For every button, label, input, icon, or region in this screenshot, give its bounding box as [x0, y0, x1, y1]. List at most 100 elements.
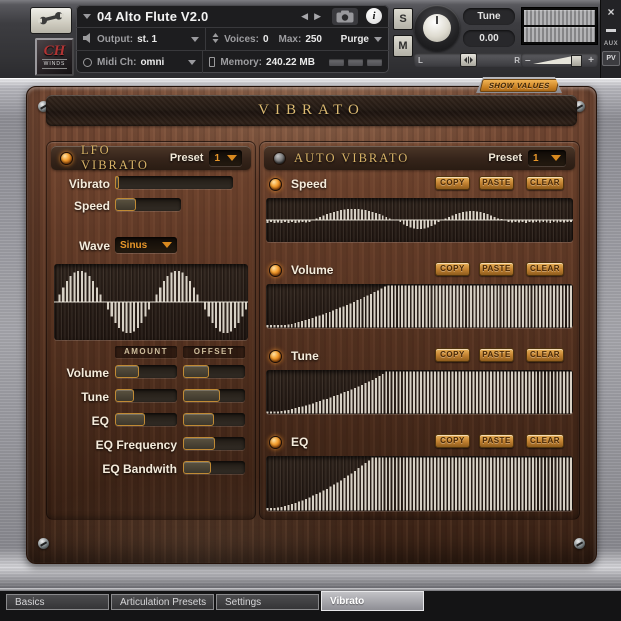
- max-label: Max:: [279, 34, 302, 45]
- camera-icon: [336, 10, 354, 23]
- speaker-icon: [83, 30, 92, 48]
- eq-led[interactable]: [269, 436, 282, 449]
- next-instrument-button[interactable]: ▶: [311, 11, 324, 22]
- mute-button[interactable]: M: [393, 35, 413, 57]
- lfo-preset-dropdown[interactable]: 1: [209, 150, 242, 166]
- eq-copy-button[interactable]: COPY: [435, 434, 470, 448]
- lfo-tune-label: Tune: [47, 390, 109, 404]
- tune-label: Tune: [463, 8, 515, 25]
- volume-copy-button[interactable]: COPY: [435, 262, 470, 276]
- midi-value[interactable]: omni: [140, 57, 164, 68]
- meter-left: [524, 10, 595, 25]
- tune-clear-button[interactable]: CLEAR: [526, 348, 564, 362]
- tab-settings[interactable]: Settings: [216, 594, 319, 610]
- lfo-speed-label: Speed: [53, 199, 110, 213]
- speed-paste-button[interactable]: PASTE: [479, 176, 514, 190]
- lfo-led[interactable]: [60, 152, 73, 165]
- tune-amount-slider[interactable]: [115, 389, 177, 402]
- lfo-speed-slider[interactable]: [115, 198, 181, 211]
- tune-copy-button[interactable]: COPY: [435, 348, 470, 362]
- show-values-button[interactable]: SHOW VALUES: [479, 79, 559, 92]
- speed-led[interactable]: [269, 178, 282, 191]
- wave-value: Sinus: [120, 240, 147, 251]
- auto-vibrato-panel: AUTO VIBRATO Preset 1 Speed COPY PASTE C…: [259, 141, 580, 520]
- volume-led[interactable]: [269, 264, 282, 277]
- eq-offset-slider[interactable]: [183, 413, 245, 426]
- voices-value: 0: [263, 34, 269, 45]
- volume-fader[interactable]: – +: [521, 53, 598, 67]
- volume-offset-slider[interactable]: [183, 365, 245, 378]
- output-value[interactable]: st. 1: [137, 34, 157, 45]
- volume-section-label: Volume: [291, 263, 333, 277]
- snapshot-camera-button[interactable]: [332, 8, 358, 25]
- wave-dropdown[interactable]: Sinus: [115, 237, 177, 253]
- speed-section-label: Speed: [291, 177, 327, 191]
- pv-button[interactable]: PV: [602, 51, 620, 66]
- tune-amount-fill: [115, 389, 134, 402]
- tune-offset-slider[interactable]: [183, 389, 245, 402]
- vibrato-label: Vibrato: [53, 177, 110, 191]
- eq-table-display[interactable]: [266, 456, 573, 511]
- show-values-tab[interactable]: SHOW VALUES: [476, 77, 562, 93]
- eq-clear-button[interactable]: CLEAR: [526, 434, 564, 448]
- max-value[interactable]: 250: [305, 34, 322, 45]
- eq-section-label: EQ: [291, 435, 308, 449]
- speed-table-display[interactable]: [266, 198, 573, 242]
- speed-copy-button[interactable]: COPY: [435, 176, 470, 190]
- pan-thumb[interactable]: [460, 53, 477, 67]
- auto-panel-title: AUTO VIBRATO: [294, 151, 409, 166]
- output-dropdown-icon[interactable]: [191, 37, 199, 42]
- eq-frequency-offset-slider[interactable]: [183, 437, 245, 450]
- memory-value: 240.22 MB: [266, 57, 315, 68]
- meter-chip: [367, 59, 382, 66]
- tune-paste-button[interactable]: PASTE: [479, 348, 514, 362]
- minimize-button[interactable]: [606, 29, 616, 32]
- tune-offset-fill: [183, 389, 220, 402]
- title-row: 04 Alto Flute V2.0 ◀ ▶ i: [76, 5, 389, 28]
- tab-articulation-presets[interactable]: Articulation Presets: [111, 594, 214, 610]
- tab-vibrato[interactable]: Vibrato: [321, 591, 424, 611]
- ch-winds-logo: CH WINDS: [35, 38, 74, 76]
- meter-chip: [348, 59, 363, 66]
- page-title: VIBRATO: [258, 102, 365, 119]
- info-button[interactable]: i: [366, 8, 382, 24]
- vibrato-slider[interactable]: [115, 176, 233, 189]
- tune-knob[interactable]: [414, 5, 460, 51]
- close-button[interactable]: ×: [607, 5, 614, 19]
- memory-label: Memory:: [220, 57, 262, 68]
- eq-bandwith-label: EQ Bandwith: [47, 462, 177, 476]
- purge-button[interactable]: Purge: [341, 34, 369, 45]
- pan-slider[interactable]: L R: [414, 53, 524, 67]
- lfo-eq-label: EQ: [47, 414, 109, 428]
- solo-button[interactable]: S: [393, 8, 413, 30]
- auto-vibrato-led[interactable]: [273, 152, 286, 165]
- lfo-wave-display[interactable]: [54, 264, 248, 340]
- volume-clear-button[interactable]: CLEAR: [526, 262, 564, 276]
- volume-fader-thumb[interactable]: [571, 55, 582, 67]
- tune-led[interactable]: [269, 350, 282, 363]
- purge-dropdown-icon[interactable]: [374, 37, 382, 42]
- wrench-button[interactable]: [30, 7, 72, 34]
- auto-preset-dropdown[interactable]: 1: [528, 150, 566, 166]
- volume-paste-button[interactable]: PASTE: [479, 262, 514, 276]
- midi-dropdown-icon[interactable]: [188, 60, 196, 65]
- auto-panel-header: AUTO VIBRATO Preset 1: [264, 146, 575, 170]
- eq-amount-slider[interactable]: [115, 413, 177, 426]
- tune-section-label: Tune: [291, 349, 319, 363]
- tune-table-display[interactable]: [266, 370, 573, 414]
- eq-paste-button[interactable]: PASTE: [479, 434, 514, 448]
- lfo-preset-label: Preset: [170, 152, 204, 164]
- aux-button[interactable]: AUX: [604, 41, 618, 47]
- tab-basics[interactable]: Basics: [6, 594, 109, 610]
- volume-amount-slider[interactable]: [115, 365, 177, 378]
- purge-meter-chips: [325, 59, 382, 66]
- instrument-collapse-icon[interactable]: [83, 14, 91, 19]
- tune-value[interactable]: 0.00: [463, 30, 515, 47]
- volume-table-display[interactable]: [266, 284, 573, 328]
- level-meters: [521, 7, 598, 45]
- prev-instrument-button[interactable]: ◀: [298, 11, 311, 22]
- eq-bandwith-offset-slider[interactable]: [183, 461, 245, 474]
- lfo-panel-title: LFO VIBRATO: [81, 143, 170, 173]
- speed-clear-button[interactable]: CLEAR: [526, 176, 564, 190]
- divider: [202, 51, 203, 73]
